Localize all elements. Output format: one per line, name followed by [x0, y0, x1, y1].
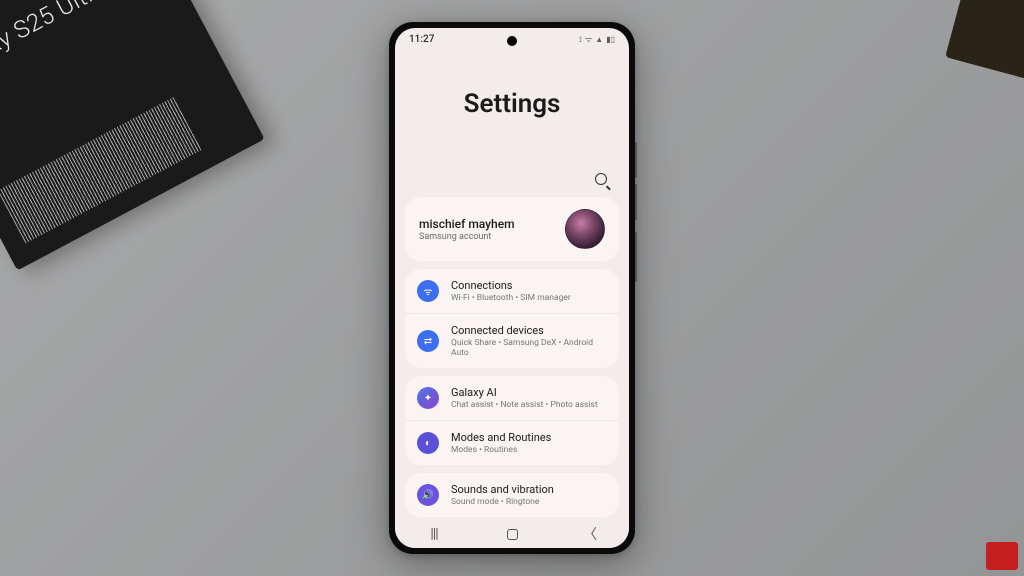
settings-row-connected-devices[interactable]: ⇄ Connected devicesQuick Share • Samsung …: [405, 314, 619, 368]
settings-list[interactable]: mischief mayhem Samsung account ᯤ Connect…: [395, 197, 629, 517]
settings-row-galaxy-ai[interactable]: ✦ Galaxy AIChat assist • Note assist • Ph…: [405, 376, 619, 421]
wifi-icon: ᯤ: [585, 34, 592, 45]
wifi-icon: ᯤ: [417, 280, 439, 302]
volume-down-button: [635, 184, 637, 220]
signal-icon: ▲: [595, 35, 603, 44]
sound-icon: 🔊: [417, 484, 439, 506]
row-text: ConnectionsWi-Fi • Bluetooth • SIM manag…: [451, 279, 571, 303]
settings-row-modes-and-routines[interactable]: ◐ Modes and RoutinesModes • Routines: [405, 421, 619, 465]
avatar[interactable]: [565, 209, 605, 249]
power-button: [635, 232, 637, 282]
account-info: mischief mayhem Samsung account: [419, 217, 515, 242]
devices-icon: ⇄: [417, 330, 439, 352]
ai-icon: ✦: [417, 387, 439, 409]
phone-frame: 11:27 ⟟ ᯤ ▲ ▮▯ Settings mischief mayhem …: [389, 22, 635, 554]
row-title: Modes and Routines: [451, 431, 551, 444]
row-sub: Chat assist • Note assist • Photo assist: [451, 400, 598, 410]
nav-back[interactable]: 〈: [582, 526, 598, 542]
settings-header: Settings: [395, 47, 629, 173]
row-text: Modes and RoutinesModes • Routines: [451, 431, 551, 455]
row-sub: Quick Share • Samsung DeX • Android Auto: [451, 338, 607, 358]
barcode: [0, 97, 202, 244]
product-box-label: Galaxy S25 Ultra: [0, 0, 111, 82]
row-title: Connected devices: [451, 324, 607, 337]
nav-recents[interactable]: |||: [426, 526, 442, 542]
search-row: [395, 173, 629, 197]
location-off-icon: ⟟: [579, 35, 582, 45]
row-title: Galaxy AI: [451, 386, 598, 399]
corner-object: [945, 0, 1024, 80]
account-card[interactable]: mischief mayhem Samsung account: [405, 197, 619, 261]
camera-punch: [507, 36, 517, 46]
nav-home[interactable]: [504, 526, 520, 542]
row-title: Connections: [451, 279, 571, 292]
row-sub: Wi-Fi • Bluetooth • SIM manager: [451, 293, 571, 303]
row-sub: Sound mode • Ringtone: [451, 497, 554, 507]
row-text: Connected devicesQuick Share • Samsung D…: [451, 324, 607, 358]
settings-row-connections[interactable]: ᯤ ConnectionsWi-Fi • Bluetooth • SIM mana…: [405, 269, 619, 314]
product-box: Galaxy S25 Ultra: [0, 0, 265, 271]
settings-group-1: ✦ Galaxy AIChat assist • Note assist • Ph…: [405, 376, 619, 465]
settings-group-2: 🔊 Sounds and vibrationSound mode • Ringto…: [405, 473, 619, 517]
phone-screen: 11:27 ⟟ ᯤ ▲ ▮▯ Settings mischief mayhem …: [395, 28, 629, 548]
nav-bar: ||| 〈: [395, 520, 629, 548]
brand-badge: [986, 542, 1018, 570]
account-sub: Samsung account: [419, 232, 515, 242]
page-title: Settings: [395, 89, 629, 119]
account-name: mischief mayhem: [419, 217, 515, 231]
settings-row-sounds-and-vibration[interactable]: 🔊 Sounds and vibrationSound mode • Ringto…: [405, 473, 619, 517]
search-icon[interactable]: [595, 173, 611, 189]
status-time: 11:27: [409, 34, 434, 45]
row-sub: Modes • Routines: [451, 445, 551, 455]
volume-up-button: [635, 142, 637, 178]
battery-icon: ▮▯: [606, 35, 615, 44]
status-icons: ⟟ ᯤ ▲ ▮▯: [579, 34, 615, 45]
row-text: Galaxy AIChat assist • Note assist • Pho…: [451, 386, 598, 410]
row-title: Sounds and vibration: [451, 483, 554, 496]
account-row[interactable]: mischief mayhem Samsung account: [405, 197, 619, 261]
settings-group-0: ᯤ ConnectionsWi-Fi • Bluetooth • SIM mana…: [405, 269, 619, 368]
modes-icon: ◐: [417, 432, 439, 454]
row-text: Sounds and vibrationSound mode • Rington…: [451, 483, 554, 507]
